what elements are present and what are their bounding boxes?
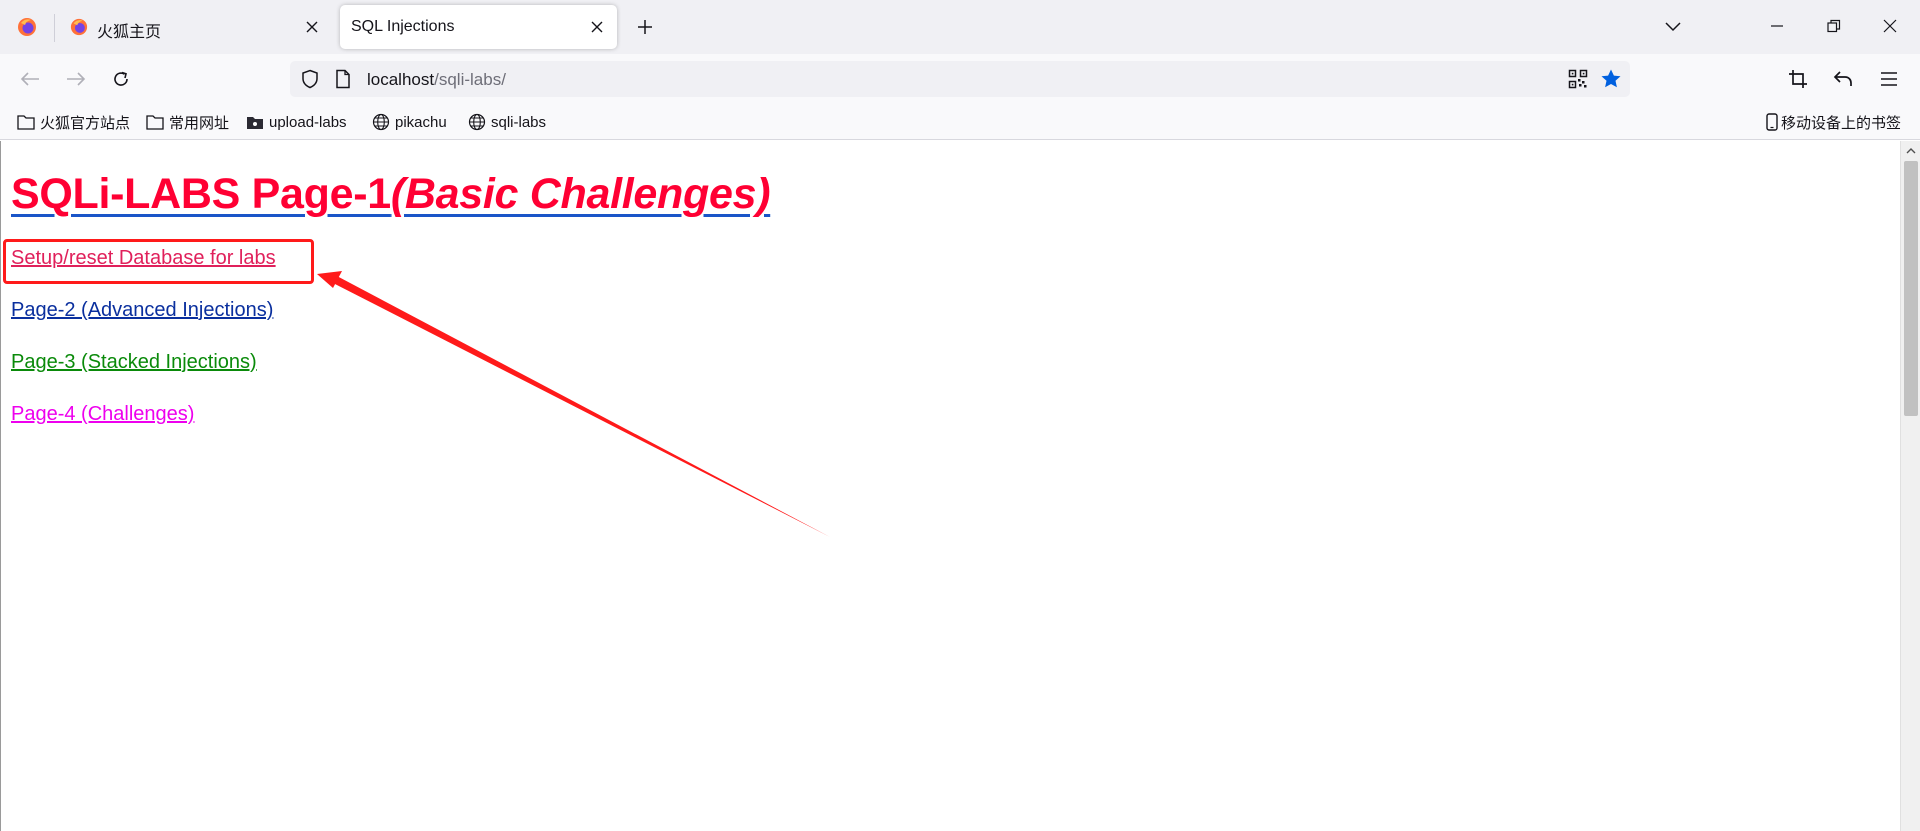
folder-icon [146, 115, 164, 130]
page-info-icon[interactable] [334, 69, 352, 89]
bookmark-firefox-official[interactable]: 火狐官方站点 [17, 112, 130, 132]
crop-icon [1789, 70, 1807, 88]
tab-title: SQL Injections [351, 18, 455, 35]
qr-code-icon[interactable] [1568, 69, 1588, 89]
chevron-down-icon [1665, 22, 1681, 32]
annotation-highlight-box [3, 239, 314, 284]
forward-button[interactable] [60, 63, 92, 95]
shield-icon[interactable] [300, 69, 320, 89]
bookmark-label: 火狐官方站点 [40, 114, 131, 132]
page-3-link[interactable]: Page-3 (Stacked Injections) [11, 351, 257, 374]
mobile-bookmarks[interactable]: 移动设备上的书签 [1766, 112, 1901, 132]
url-path: /sqli-labs/ [434, 70, 506, 89]
bookmark-pikachu[interactable]: pikachu [372, 112, 447, 132]
bookmark-label: pikachu [395, 113, 447, 131]
page-4-link[interactable]: Page-4 (Challenges) [11, 403, 194, 426]
firefox-logo-icon [70, 18, 88, 36]
firefox-logo-icon [18, 18, 36, 36]
list-all-tabs-button[interactable] [1660, 14, 1686, 40]
bookmark-label: upload-labs [269, 113, 347, 131]
minimize-button[interactable] [1757, 8, 1797, 44]
scroll-up-button[interactable] [1901, 141, 1920, 159]
scrollbar-thumb[interactable] [1904, 161, 1918, 416]
chevron-up-icon [1906, 147, 1916, 153]
folder-icon [17, 115, 35, 130]
bookmark-label: 移动设备上的书签 [1781, 114, 1902, 132]
minimize-icon [1771, 25, 1783, 27]
firefox-view-button[interactable] [2, 6, 52, 48]
tab-separator [54, 14, 55, 42]
vertical-scrollbar[interactable] [1900, 141, 1920, 831]
bookmark-upload-labs[interactable]: upload-labs [246, 112, 347, 132]
annotation-arrow-head [317, 271, 342, 288]
close-tab-icon[interactable] [587, 17, 607, 37]
bookmark-common-sites[interactable]: 常用网址 [146, 112, 229, 132]
close-tab-icon[interactable] [302, 17, 322, 37]
address-bar[interactable]: localhost/sqli-labs/ [290, 61, 1630, 97]
undo-icon [1833, 71, 1852, 86]
restore-icon [1827, 19, 1841, 33]
new-tab-button[interactable] [632, 14, 658, 40]
annotation-arrow-shaft [331, 275, 830, 537]
hamburger-menu-icon [1881, 72, 1897, 86]
page-content: SQLi-LABS Page-1(Basic Challenges) Setup… [0, 141, 1900, 831]
globe-icon [372, 113, 390, 131]
tab-firefox-home[interactable]: 火狐主页 [60, 5, 332, 49]
bookmark-star-icon[interactable] [1600, 68, 1622, 90]
page-title[interactable]: SQLi-LABS Page-1(Basic Challenges) [11, 170, 771, 219]
globe-icon [468, 113, 486, 131]
close-window-button[interactable] [1870, 8, 1910, 44]
url-text[interactable]: localhost/sqli-labs/ [367, 70, 506, 90]
navigation-toolbar: localhost/sqli-labs/ [0, 54, 1920, 104]
screenshot-button[interactable] [1782, 63, 1814, 95]
mobile-device-icon [1766, 113, 1778, 131]
reload-icon [114, 71, 128, 86]
bookmark-sqli-labs[interactable]: sqli-labs [468, 112, 546, 132]
bookmarks-toolbar: 火狐官方站点 常用网址 upload-labs pikachu sqli-lab… [0, 104, 1920, 140]
plus-icon [638, 20, 652, 34]
url-host: localhost [367, 70, 435, 89]
reload-button[interactable] [105, 63, 137, 95]
page-title-subtitle: (Basic Challenges) [390, 170, 771, 218]
folder-dark-icon [247, 117, 263, 129]
page-title-main: SQLi-LABS Page-1 [11, 170, 391, 218]
arrow-right-icon [67, 72, 86, 86]
tab-sql-injections[interactable]: SQL Injections [340, 5, 617, 49]
menu-button[interactable] [1873, 63, 1905, 95]
tab-strip: 火狐主页 SQL Injections [0, 0, 1920, 54]
bookmark-label: 常用网址 [169, 114, 230, 132]
arrow-left-icon [20, 72, 39, 86]
bookmark-label: sqli-labs [491, 113, 547, 131]
restore-button[interactable] [1814, 8, 1854, 44]
back-button[interactable] [14, 63, 46, 95]
undo-close-button[interactable] [1827, 63, 1859, 95]
tab-title: 火狐主页 [97, 24, 162, 41]
close-icon [1883, 19, 1897, 33]
page-2-link[interactable]: Page-2 (Advanced Injections) [11, 299, 273, 322]
